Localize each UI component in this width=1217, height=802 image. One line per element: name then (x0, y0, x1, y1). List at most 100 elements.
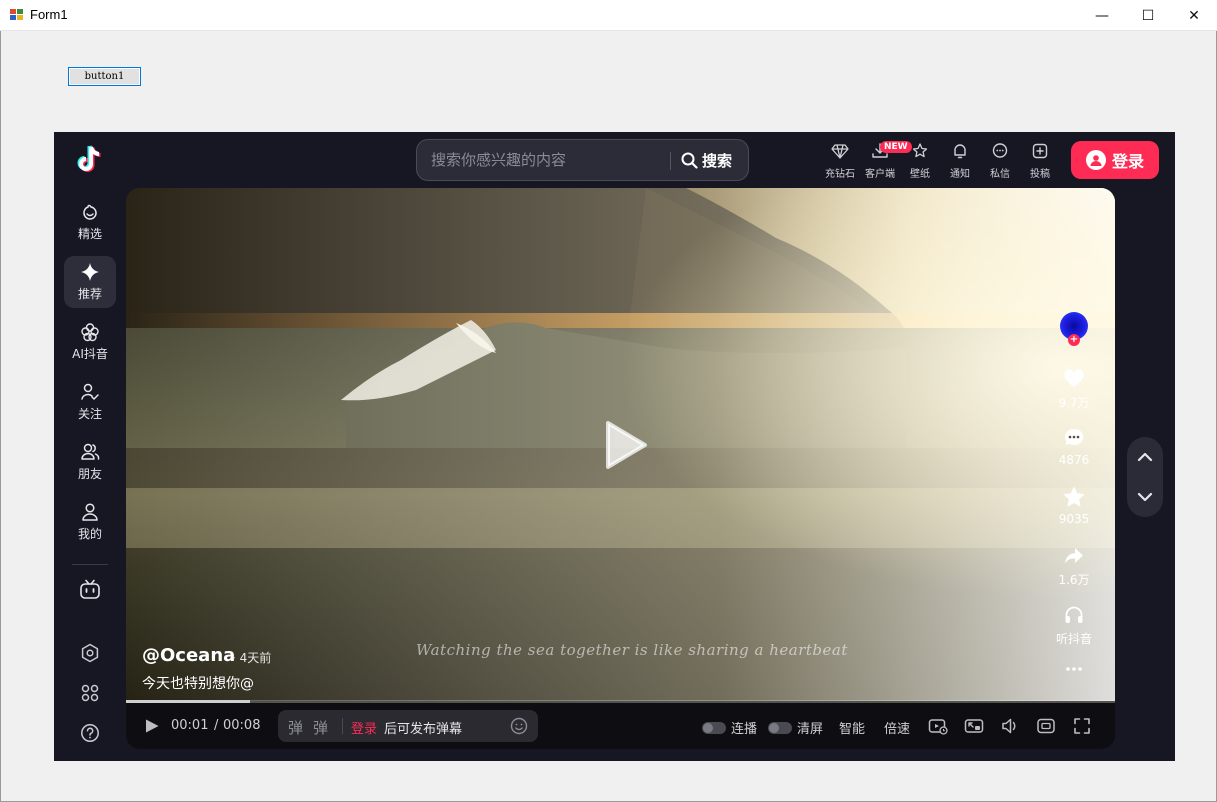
button1[interactable]: button1 (68, 67, 141, 86)
login-label: 登录 (1111, 152, 1144, 171)
volume-icon[interactable] (1000, 716, 1020, 736)
video-player[interactable]: Watching the sea together is like sharin… (126, 188, 1115, 749)
play-icon[interactable] (604, 420, 648, 470)
bell-icon (954, 144, 966, 159)
app-icon (10, 9, 23, 20)
danmu-settings-icon[interactable]: 弹 (313, 717, 333, 737)
danmu-bar: 弹 弹 登录 后可发布弹幕 (278, 710, 538, 742)
nav-item-follow[interactable]: 关注 (64, 376, 116, 428)
comment-count: 4876 (1058, 453, 1090, 467)
maximize-button[interactable]: ☐ (1125, 0, 1171, 31)
minimize-button[interactable]: — (1079, 0, 1125, 31)
comment-icon (1064, 428, 1084, 446)
clear-screen-toggle[interactable]: 清屏 (768, 718, 823, 737)
search-button[interactable]: 搜索 (681, 140, 732, 180)
author-name[interactable]: @Oceana (142, 645, 235, 666)
video-caption: 今天也特别想你@ (142, 676, 254, 692)
nav-item-featured[interactable]: 精选 (64, 196, 116, 248)
star-icon (1063, 487, 1085, 507)
control-bar: 00:01 / 00:08 弹 弹 登录 后可发布弹幕 连播 清屏 智能 倍速 (126, 703, 1115, 749)
post-time: · 4天前 (232, 651, 272, 665)
feed-navigation (1127, 437, 1163, 517)
nav-item-recommend[interactable]: 推荐 (64, 256, 116, 308)
friends-icon (81, 443, 100, 460)
time-separator: / (214, 718, 219, 733)
search-divider (670, 152, 671, 170)
headphones-icon (1065, 606, 1083, 623)
apps-grid-icon (81, 684, 99, 702)
clear-screen-label: 清屏 (797, 722, 824, 737)
douyin-logo-icon[interactable] (72, 142, 108, 178)
heart-icon (1064, 369, 1084, 387)
more-dots-icon (1066, 667, 1082, 671)
window-titlebar: Form1 — ☐ ✕ (0, 0, 1217, 31)
speed-button[interactable]: 倍速 (884, 718, 910, 737)
nav-item-ai[interactable]: AI抖音 (64, 316, 116, 368)
top-action-diamond[interactable]: 充钻石 (820, 138, 860, 180)
favorite-button[interactable]: 9035 (1051, 486, 1097, 526)
top-action-wallpaper[interactable]: 壁纸 (900, 138, 940, 180)
nav-item-mine[interactable]: 我的 (64, 496, 116, 548)
more-button[interactable] (1051, 658, 1097, 680)
nav-separator (72, 564, 108, 565)
window-title: Form1 (30, 7, 68, 22)
smart-quality-button[interactable]: 智能 (839, 718, 865, 737)
chevron-up-icon[interactable] (1135, 447, 1155, 467)
nav-tv[interactable] (78, 578, 102, 602)
emoji-icon[interactable] (510, 717, 528, 735)
search-button-label: 搜索 (702, 151, 733, 170)
danmu-hint: 后可发布弹幕 (384, 722, 463, 737)
search-box: 搜索 (416, 139, 749, 181)
profile-icon (82, 503, 98, 521)
picture-in-picture-icon[interactable] (964, 716, 984, 736)
featured-icon (83, 204, 97, 220)
user-avatar-icon (1085, 150, 1106, 170)
top-action-upload[interactable]: 投稿 (1020, 138, 1060, 180)
duration: 00:08 (223, 718, 261, 733)
help-icon (81, 724, 99, 742)
control-play-icon[interactable] (144, 718, 160, 734)
autoplay-label: 连播 (731, 722, 758, 737)
nav-help[interactable] (78, 721, 102, 745)
listen-label: 听抖音 (1055, 632, 1092, 646)
upload-icon (1032, 143, 1048, 159)
sparkle-icon (81, 263, 99, 281)
nav-apps[interactable] (78, 681, 102, 705)
danmu-divider (342, 718, 343, 734)
search-input[interactable] (417, 140, 667, 180)
share-count: 1.6万 (1058, 573, 1090, 587)
autoplay-switch (702, 721, 726, 734)
settings-icon (81, 643, 99, 663)
message-icon (992, 143, 1008, 158)
side-navigation: 精选 推荐 AI抖音 关注 朋友 我的 (54, 192, 126, 761)
web-fullscreen-icon[interactable] (1036, 716, 1056, 736)
chevron-down-icon[interactable] (1135, 487, 1155, 507)
favorite-count: 9035 (1058, 512, 1090, 526)
like-button[interactable]: 9.7万 (1051, 368, 1097, 411)
share-button[interactable]: 1.6万 (1051, 545, 1097, 588)
ai-flower-icon (81, 323, 99, 342)
current-time: 00:01 (171, 718, 209, 733)
close-button[interactable]: ✕ (1171, 0, 1217, 31)
comment-button[interactable]: 4876 (1051, 427, 1097, 467)
like-count: 9.7万 (1058, 396, 1090, 410)
fullscreen-icon[interactable] (1072, 716, 1092, 736)
tv-icon (80, 579, 100, 599)
clear-screen-switch (768, 721, 792, 734)
wallpaper-icon (912, 143, 928, 158)
danmu-toggle-icon[interactable]: 弹 (288, 717, 308, 737)
danmu-login-link[interactable]: 登录 (351, 718, 377, 737)
nav-settings[interactable] (78, 641, 102, 665)
douyin-webview: 搜索 充钻石 客户端 NEW 壁纸 通知 私信 投稿 (54, 132, 1175, 761)
follow-icon (81, 383, 99, 400)
nav-item-friends[interactable]: 朋友 (64, 436, 116, 488)
follow-plus-icon[interactable]: + (1068, 334, 1080, 346)
diamond-icon (831, 144, 849, 159)
top-action-notify[interactable]: 通知 (940, 138, 980, 180)
autoplay-toggle[interactable]: 连播 (702, 718, 757, 737)
login-button[interactable]: 登录 (1071, 141, 1159, 179)
top-action-messages[interactable]: 私信 (980, 138, 1020, 180)
watch-later-icon[interactable] (928, 716, 948, 736)
search-icon (681, 152, 698, 169)
listen-button[interactable]: 听抖音 (1051, 604, 1097, 647)
